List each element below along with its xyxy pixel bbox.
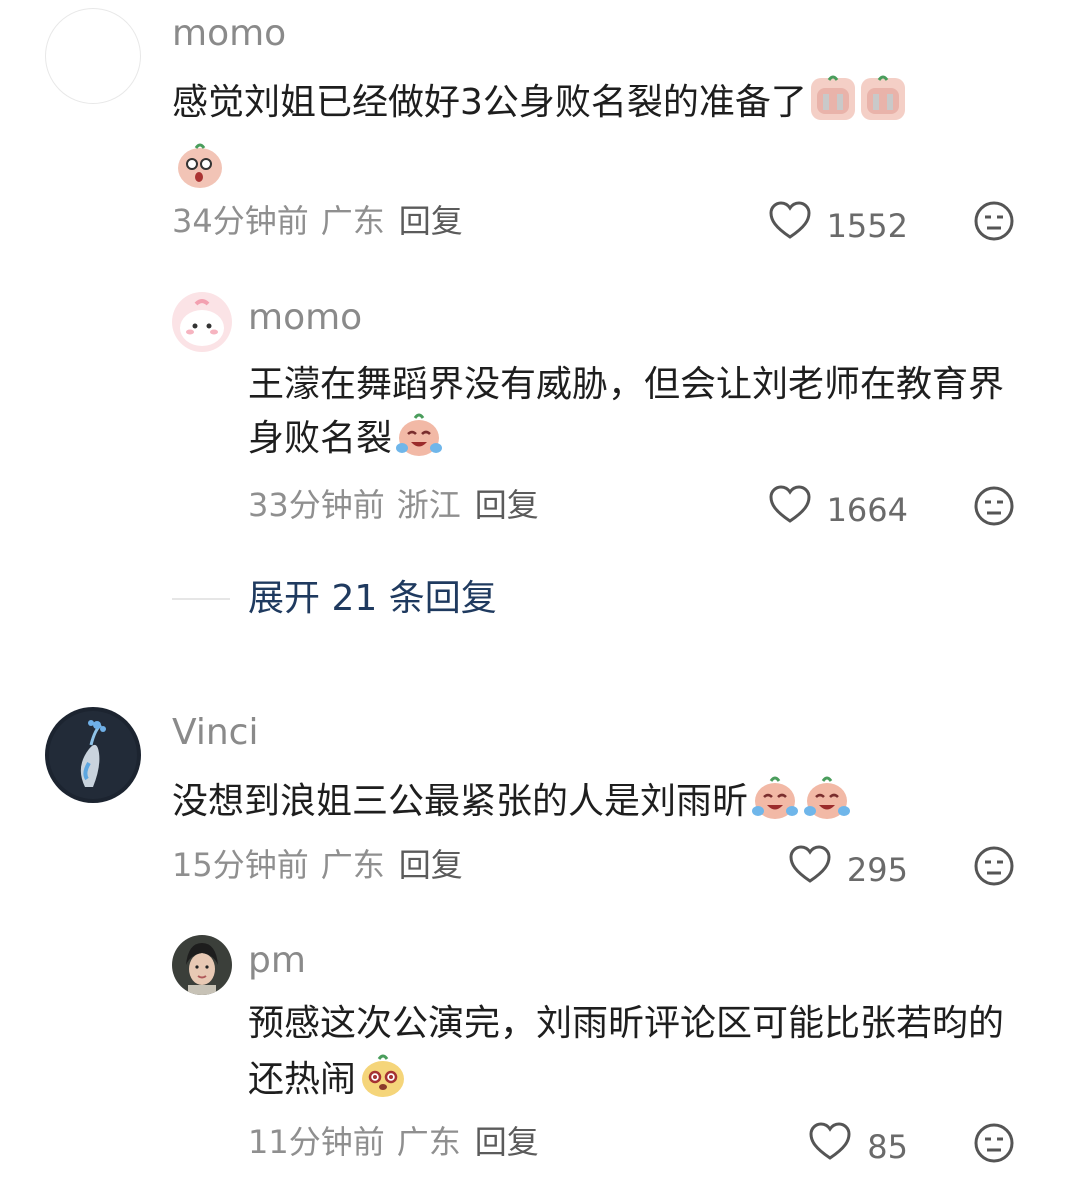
laughing-crying-emoji-icon [750, 775, 800, 837]
reply-button[interactable]: 回复 [399, 201, 463, 241]
comment-text: 没想到浪姐三公最紧张的人是刘雨昕 [172, 775, 1032, 837]
heart-icon [809, 1122, 851, 1171]
like-button[interactable]: 295 [740, 845, 908, 894]
dislike-icon[interactable] [973, 485, 1015, 527]
divider [172, 598, 230, 600]
dislike-icon[interactable] [973, 1122, 1015, 1164]
like-button[interactable]: 1664 [740, 485, 908, 534]
username[interactable]: momo [172, 12, 286, 56]
heart-icon [789, 845, 831, 894]
location: 广东 [396, 1123, 461, 1161]
location: 广东 [320, 202, 385, 240]
crying-sticker-icon [809, 74, 857, 138]
dislike-icon[interactable] [973, 200, 1015, 242]
like-count: 85 [867, 1127, 908, 1166]
heart-icon [769, 201, 811, 250]
comment-meta: 34分钟前 广东 回复 [172, 201, 475, 241]
username[interactable]: momo [248, 296, 362, 340]
comment-meta: 15分钟前 广东 回复 [172, 845, 475, 885]
laughing-crying-emoji-icon [394, 412, 444, 474]
timestamp: 33分钟前 [248, 486, 385, 524]
avatar[interactable] [172, 935, 232, 995]
expand-replies-button[interactable]: 展开 21 条回复 [248, 577, 497, 621]
avatar[interactable] [45, 8, 141, 104]
username[interactable]: pm [248, 939, 306, 983]
reply-button[interactable]: 回复 [475, 1122, 539, 1162]
timestamp: 15分钟前 [172, 846, 309, 884]
like-count: 295 [846, 850, 908, 889]
shocked-sticker-icon [174, 138, 226, 206]
timestamp: 11分钟前 [248, 1123, 385, 1161]
avatar[interactable] [45, 707, 141, 803]
comment-text: 预感这次公演完，刘雨昕评论区可能比张若昀的还热闹 [248, 997, 1018, 1115]
comment-text: 感觉刘姐已经做好3公身败名裂的准备了 [172, 74, 1032, 206]
reply-button[interactable]: 回复 [475, 485, 539, 525]
like-button[interactable]: 1552 [740, 201, 908, 250]
like-count: 1552 [826, 206, 908, 245]
location: 浙江 [396, 486, 461, 524]
location: 广东 [320, 846, 385, 884]
timestamp: 34分钟前 [172, 202, 309, 240]
crying-sticker-icon [859, 74, 907, 138]
comment-text: 王濛在舞蹈界没有威胁，但会让刘老师在教育界身败名裂 [248, 358, 1018, 474]
avatar[interactable] [172, 292, 232, 352]
like-count: 1664 [826, 490, 908, 529]
reply-button[interactable]: 回复 [399, 845, 463, 885]
dislike-icon[interactable] [973, 845, 1015, 887]
like-button[interactable]: 85 [740, 1122, 908, 1171]
laughing-crying-emoji-icon [802, 775, 852, 837]
smug-emoji-icon [358, 1051, 408, 1115]
username[interactable]: Vinci [172, 711, 258, 755]
heart-icon [769, 485, 811, 534]
comment-meta: 11分钟前 广东 回复 [248, 1122, 551, 1162]
comment-meta: 33分钟前 浙江 回复 [248, 485, 551, 525]
